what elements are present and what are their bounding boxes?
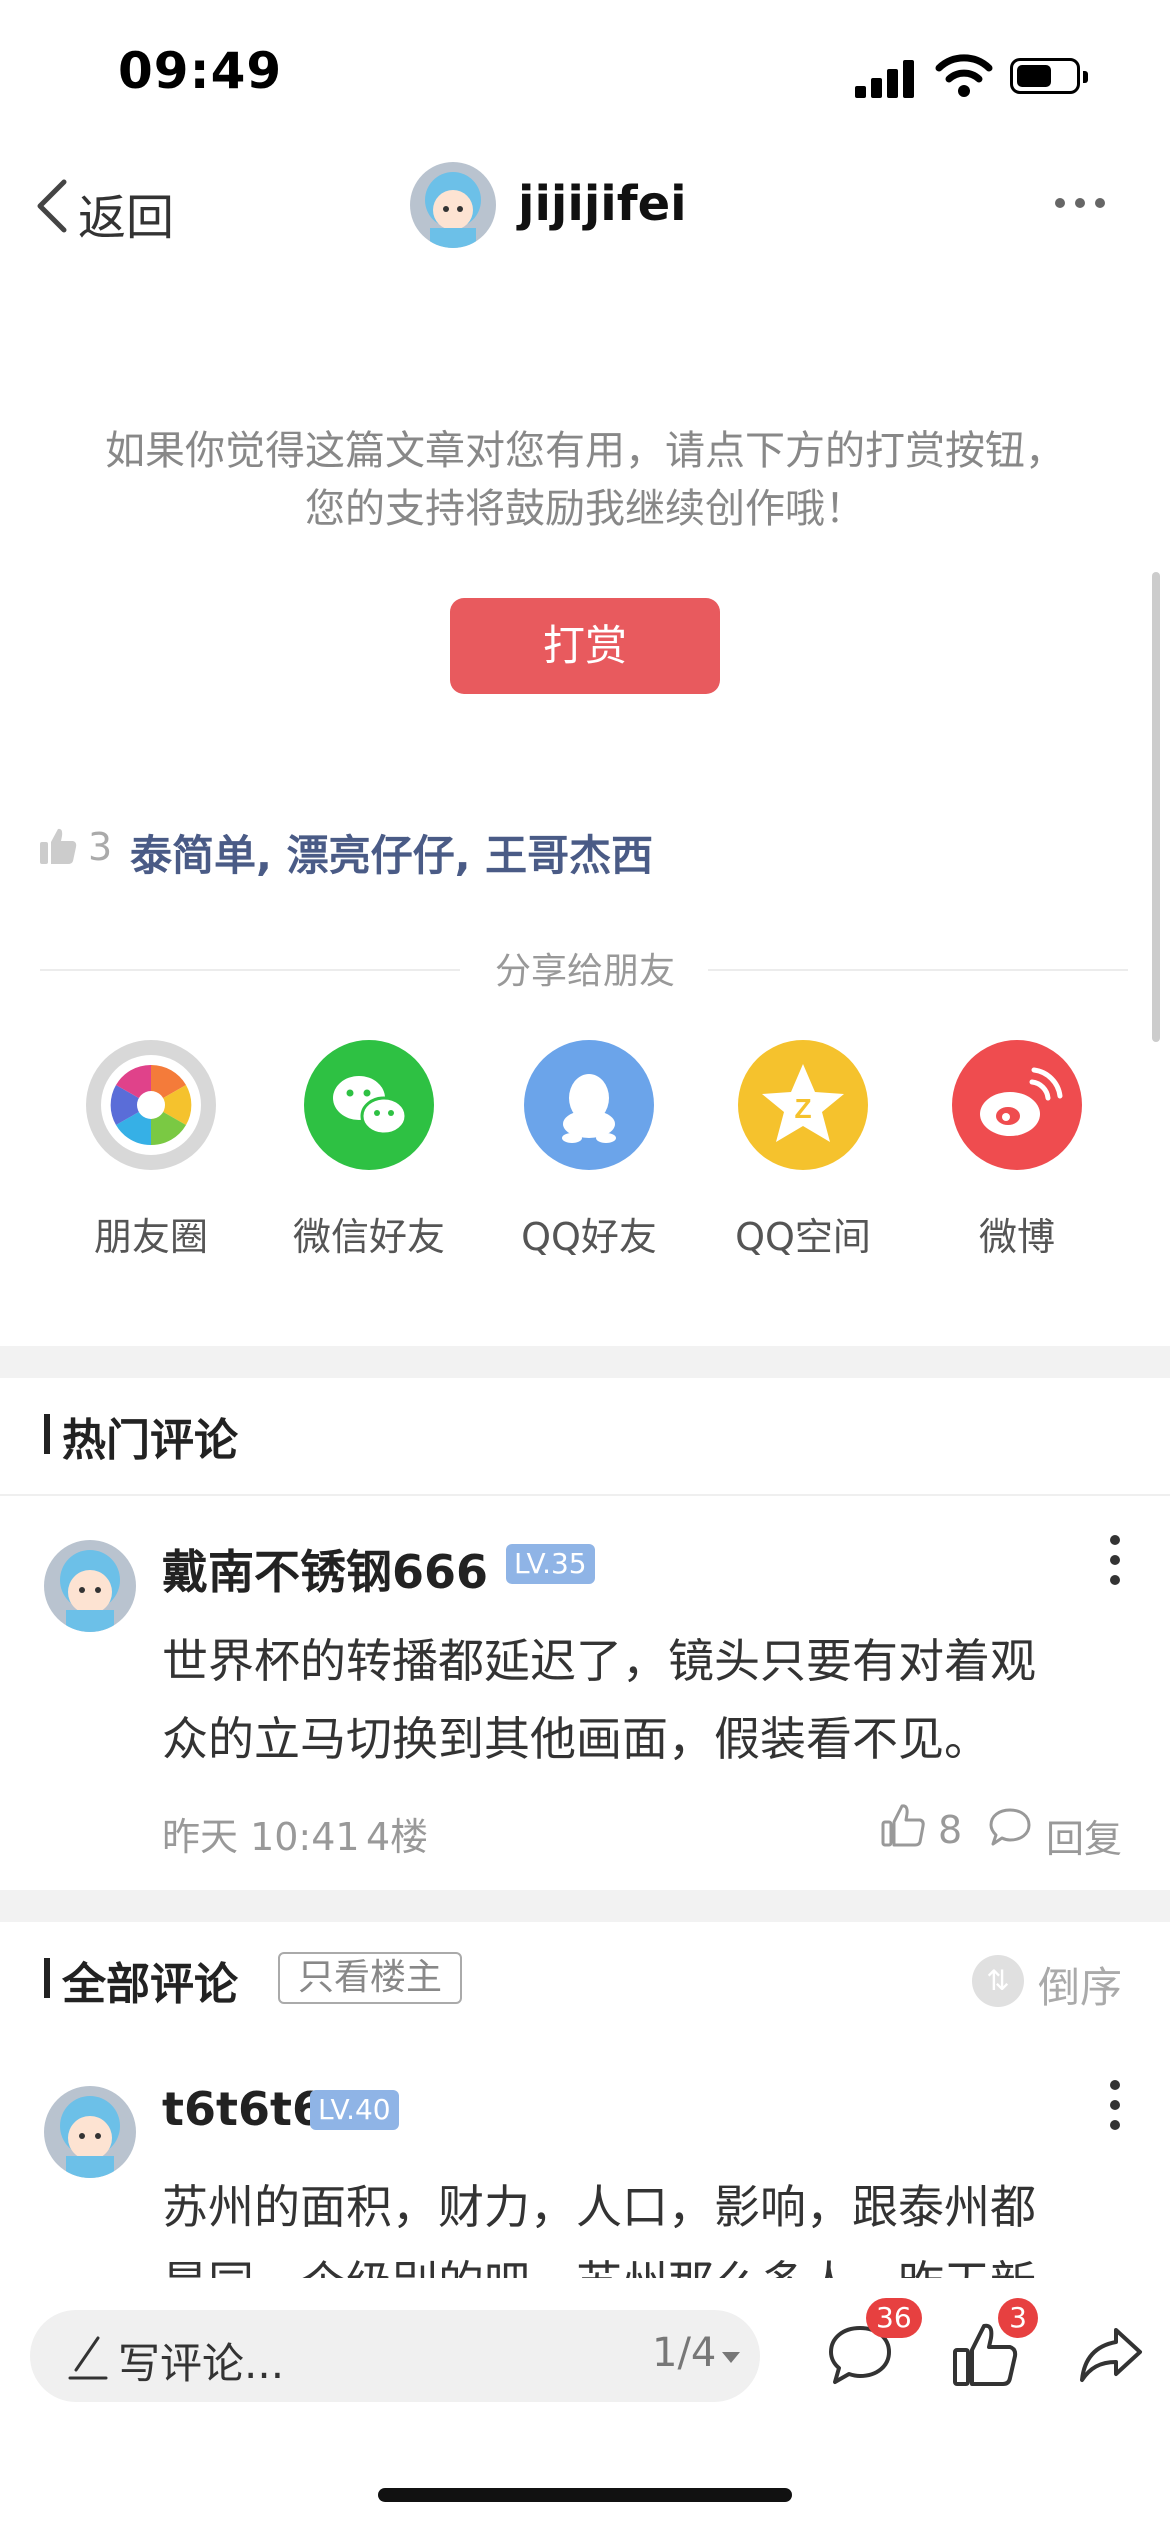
share-label-wechat[interactable]: 微信好友 — [269, 1206, 469, 1261]
avatar[interactable] — [44, 2086, 136, 2178]
author-name[interactable]: jijijifei — [518, 176, 687, 232]
share-label-moments[interactable]: 朋友圈 — [51, 1206, 251, 1261]
reward-prompt: 如果你觉得这篇文章对您有用，请点下方的打赏按钮，您的支持将鼓励我继续创作哦！ — [105, 428, 1065, 532]
chevron-down-icon[interactable] — [722, 2352, 740, 2363]
level-badge: LV.40 — [310, 2090, 399, 2130]
avatar[interactable] — [44, 1540, 136, 1632]
hot-comments-title: 热门评论 — [62, 1415, 238, 1466]
divider — [40, 969, 460, 971]
home-indicator — [378, 2488, 792, 2502]
comment-more-icon[interactable] — [1110, 1535, 1122, 1585]
comment-input-placeholder[interactable]: 写评论... — [118, 2330, 284, 2391]
sort-icon[interactable]: ⇅ — [972, 1955, 1024, 2007]
comment-username[interactable]: 戴南不锈钢666 — [162, 1536, 488, 1602]
sort-button[interactable]: 倒序 — [1038, 1954, 1122, 2015]
scrollbar[interactable] — [1152, 572, 1160, 1042]
author-only-button[interactable]: 只看楼主 — [278, 1952, 462, 2004]
share-label-qzone[interactable]: QQ空间 — [703, 1206, 903, 1261]
share-icon[interactable] — [1076, 2320, 1146, 2390]
pen-icon — [68, 2336, 108, 2380]
comment-text-line: 众的立马切换到其他画面，假装看不见。 — [162, 1712, 990, 1766]
section-separator — [0, 1346, 1170, 1378]
level-badge: LV.35 — [506, 1544, 595, 1584]
thumbs-up-icon — [40, 828, 77, 864]
section-marker — [44, 1414, 50, 1454]
divider — [0, 1494, 1170, 1496]
share-label-qq[interactable]: QQ好友 — [489, 1206, 689, 1261]
weibo-icon[interactable] — [952, 1040, 1082, 1170]
reply-button[interactable]: 回复 — [1046, 1808, 1122, 1863]
comment-like-count: 8 — [938, 1808, 963, 1852]
moments-icon[interactable] — [86, 1040, 216, 1170]
battery-icon — [1010, 58, 1088, 94]
share-label-weibo[interactable]: 微博 — [917, 1206, 1117, 1261]
comment-text-line: 苏州的面积，财力，人口，影响，跟泰州都 — [162, 2180, 1036, 2234]
comment-more-icon[interactable] — [1110, 2080, 1122, 2130]
section-separator — [0, 1890, 1170, 1922]
comment-text-line: 世界杯的转播都延迟了，镜头只要有对着观 — [162, 1634, 1036, 1688]
section-marker — [44, 1958, 50, 1998]
liker-names[interactable]: 泰简单, 漂亮仔仔, 王哥杰西 — [130, 822, 653, 883]
comment-floor: 4楼 — [366, 1815, 429, 1859]
wifi-icon — [935, 54, 993, 97]
back-icon[interactable] — [32, 178, 72, 234]
thumbs-up-icon[interactable] — [880, 1802, 926, 1848]
wechat-icon[interactable] — [304, 1040, 434, 1170]
divider — [708, 969, 1128, 971]
reply-icon[interactable] — [988, 1806, 1032, 1848]
page-indicator[interactable]: 1/4 — [652, 2330, 716, 2376]
svg-text:Z: Z — [794, 1093, 811, 1124]
qzone-icon[interactable]: Z — [738, 1040, 868, 1170]
share-title: 分享给朋友 — [494, 951, 675, 992]
back-button[interactable]: 返回 — [78, 178, 174, 248]
comment-count-badge: 36 — [866, 2298, 922, 2338]
more-icon[interactable] — [1055, 198, 1105, 210]
avatar[interactable] — [410, 162, 496, 248]
comment-username[interactable]: t6t6t6 — [162, 2082, 324, 2136]
qq-icon[interactable] — [524, 1040, 654, 1170]
like-count: 3 — [88, 825, 113, 869]
comment-time: 昨天 10:41 — [162, 1815, 360, 1859]
status-time: 09:49 — [118, 42, 283, 100]
signal-icon — [855, 58, 915, 98]
reward-button[interactable]: 打赏 — [450, 598, 720, 694]
all-comments-title: 全部评论 — [62, 1959, 238, 2010]
like-count-badge: 3 — [998, 2298, 1038, 2338]
